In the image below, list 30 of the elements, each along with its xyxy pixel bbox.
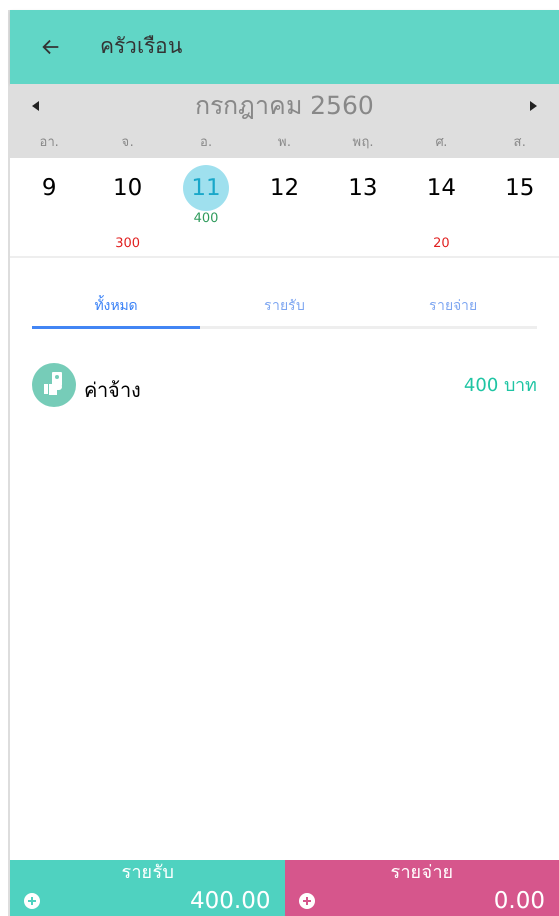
weekday-label: พ.	[276, 134, 292, 152]
entry-name: ค่าจ้าง	[84, 377, 142, 404]
weekday-label: จ.	[120, 134, 135, 152]
entry-row[interactable]: ค่าจ้าง 400 บาท	[32, 363, 537, 407]
weekday-label: อ.	[198, 134, 214, 152]
day-button[interactable]: 12	[261, 165, 308, 211]
weekday-label: พฤ.	[351, 134, 374, 152]
month-title: กรกฎาคม 2560	[195, 90, 374, 122]
next-icon[interactable]	[528, 101, 537, 111]
day-button[interactable]: 10	[104, 165, 151, 211]
weekday-label: ส.	[512, 134, 527, 152]
add-icon[interactable]	[298, 893, 314, 909]
expense-amount: 300	[115, 235, 140, 254]
day-button[interactable]: 15	[496, 165, 543, 211]
app-title: ครัวเรือน	[100, 33, 182, 60]
day-button[interactable]: 13	[340, 165, 386, 211]
hand-money-icon	[32, 363, 76, 407]
day-button[interactable]: 9	[26, 165, 72, 211]
total-value: 400.00	[190, 887, 270, 916]
total-value: 0.00	[494, 887, 545, 916]
income-amount: 400	[194, 210, 218, 228]
total-label: รายจ่าย	[389, 861, 454, 885]
day-button[interactable]: 14	[418, 165, 464, 211]
weekday-label: อา.	[38, 134, 60, 152]
weekday-label: ศ.	[434, 134, 448, 152]
total-label: รายรับ	[120, 861, 174, 885]
expense-amount: 20	[433, 235, 450, 254]
previous-icon[interactable]	[32, 101, 40, 111]
entry-amount: 400 บาท	[464, 374, 537, 398]
filter-tab[interactable]: ทั้งหมด	[32, 286, 200, 326]
